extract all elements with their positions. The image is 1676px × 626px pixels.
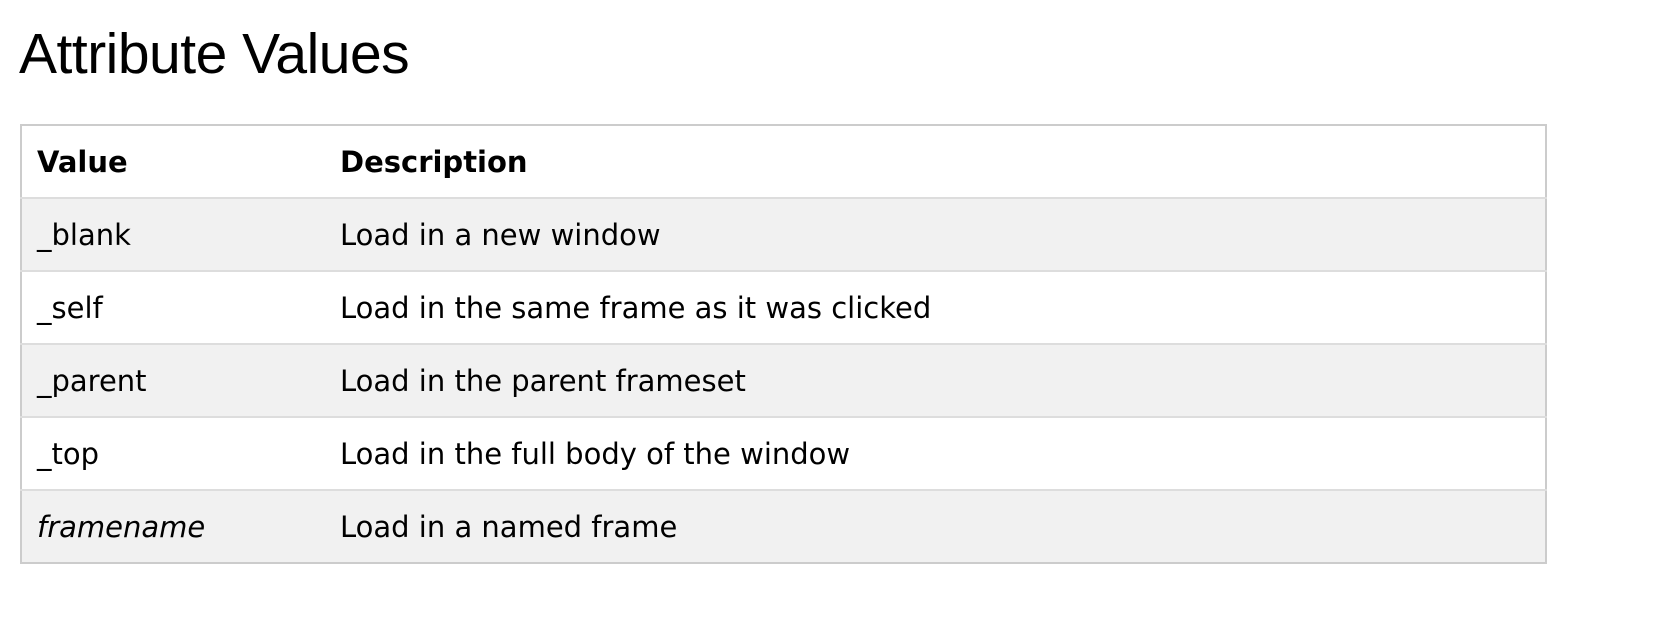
table-row: _top Load in the full body of the window bbox=[21, 417, 1546, 491]
row-description: Load in the same frame as it was clicked bbox=[325, 271, 1546, 345]
row-value: _self bbox=[21, 271, 325, 345]
attribute-values-table: Value Description _blank Load in a new w… bbox=[20, 124, 1547, 564]
row-description: Load in a named frame bbox=[340, 509, 678, 544]
row-value: framename bbox=[37, 509, 206, 544]
row-value: _parent bbox=[21, 344, 325, 418]
table-header-row: Value Description bbox=[21, 125, 1546, 199]
table-row: _self Load in the same frame as it was c… bbox=[21, 271, 1546, 345]
row-description: Load in the full body of the window bbox=[325, 417, 1546, 491]
row-value: _top bbox=[21, 417, 325, 491]
table-row: _blank Load in a new window bbox=[21, 198, 1546, 272]
header-value: Value bbox=[21, 125, 325, 199]
row-value: _blank bbox=[21, 198, 325, 272]
row-description: Load in a new window bbox=[325, 198, 1546, 272]
table-row: framename Load in a named frame bbox=[21, 490, 1546, 563]
row-description: Load in the parent frameset bbox=[325, 344, 1546, 418]
page-title: Attribute Values bbox=[19, 22, 410, 86]
table-row: _parent Load in the parent frameset bbox=[21, 344, 1546, 418]
header-description: Description bbox=[325, 125, 1546, 199]
